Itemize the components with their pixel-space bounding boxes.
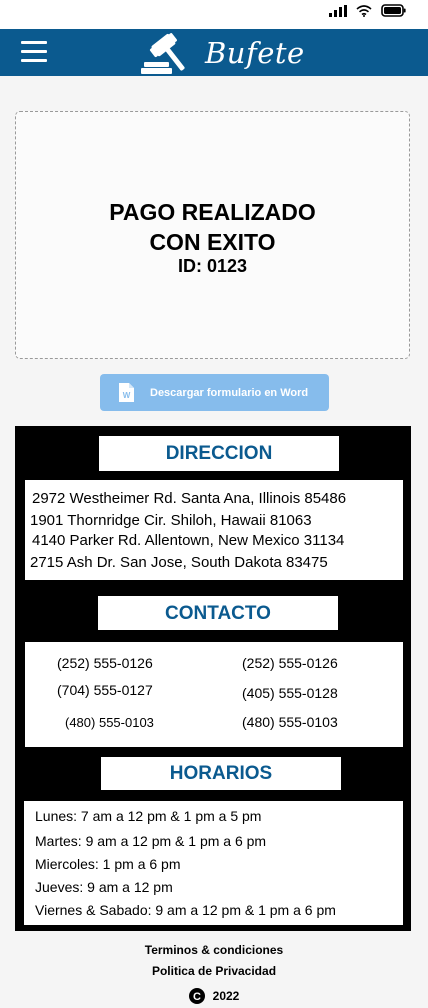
hours-line: Jueves: 9 am a 12 pm — [35, 879, 173, 895]
payment-success-title: PAGO REALIZADO CON EXITO — [16, 197, 409, 257]
signal-icon — [329, 4, 347, 17]
status-bar — [0, 0, 428, 29]
payment-id: ID: 0123 — [177, 256, 248, 276]
gavel-icon — [141, 33, 185, 74]
success-title-line1: PAGO REALIZADO — [109, 199, 316, 225]
word-document-icon: W — [119, 383, 134, 402]
terms-link[interactable]: Terminos & condiciones — [0, 943, 428, 957]
app-header: Bufete — [0, 29, 428, 76]
contact-panel: (252) 555-0126 (252) 555-0126 (704) 555-… — [25, 642, 403, 747]
address-line: 4140 Parker Rd. Allentown, New Mexico 31… — [32, 532, 345, 549]
download-word-button[interactable]: W Descargar formulario en Word — [100, 374, 329, 411]
hamburger-menu-icon[interactable] — [21, 41, 47, 63]
hours-line: Martes: 9 am a 12 pm & 1 pm a 6 pm — [35, 833, 267, 849]
copyright: C 2022 — [0, 988, 428, 1004]
phone-number[interactable]: (252) 555-0126 — [242, 655, 338, 671]
svg-text:W: W — [123, 391, 131, 400]
hours-line: Miercoles: 1 pm a 6 pm — [35, 856, 181, 872]
address-panel: 2972 Westheimer Rd. Santa Ana, Illinois … — [25, 480, 403, 580]
brand-logo[interactable]: Bufete — [141, 31, 305, 75]
success-title-line2: CON EXITO — [149, 229, 276, 255]
info-section: DIRECCION 2972 Westheimer Rd. Santa Ana,… — [15, 426, 411, 931]
hours-heading: HORARIOS — [101, 757, 341, 790]
privacy-link[interactable]: Politica de Privacidad — [0, 964, 428, 978]
hours-line: Viernes & Sabado: 9 am a 12 pm & 1 pm a … — [35, 902, 336, 918]
wifi-icon — [356, 4, 372, 17]
battery-icon — [381, 4, 406, 17]
status-icons — [329, 4, 406, 17]
brand-name: Bufete — [205, 36, 305, 70]
hours-panel: Lunes: 7 am a 12 pm & 1 pm a 5 pm Martes… — [24, 801, 403, 925]
address-line: 2715 Ash Dr. San Jose, South Dakota 8347… — [30, 554, 328, 571]
address-heading: DIRECCION — [99, 436, 339, 471]
phone-number[interactable]: (480) 555-0103 — [242, 714, 338, 730]
contact-heading: CONTACTO — [98, 596, 338, 630]
phone-number[interactable]: (480) 555-0103 — [65, 715, 154, 730]
payment-success-card: PAGO REALIZADO CON EXITO ID: 0123 — [15, 111, 410, 359]
svg-text:C: C — [193, 991, 201, 1003]
copyright-icon: C — [188, 988, 205, 1004]
phone-number[interactable]: (252) 555-0126 — [57, 655, 153, 671]
phone-number[interactable]: (405) 555-0128 — [242, 685, 338, 701]
address-line: 1901 Thornridge Cir. Shiloh, Hawaii 8106… — [30, 512, 312, 529]
address-line: 2972 Westheimer Rd. Santa Ana, Illinois … — [32, 490, 347, 507]
download-button-label: Descargar formulario en Word — [150, 386, 309, 399]
hours-line: Lunes: 7 am a 12 pm & 1 pm a 5 pm — [35, 808, 262, 824]
phone-number[interactable]: (704) 555-0127 — [57, 682, 153, 698]
copyright-year: 2022 — [212, 989, 240, 1003]
